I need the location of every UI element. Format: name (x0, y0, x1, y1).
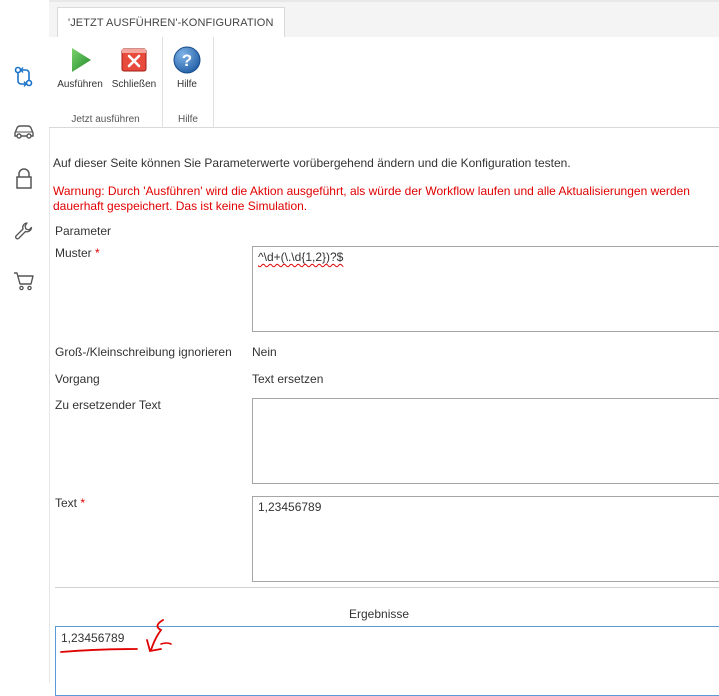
ribbon: Ausführen Schließen Jetzt ausführen ? Hi… (49, 37, 719, 128)
annotation-underline-arrow (60, 619, 172, 653)
pattern-label: Muster * (55, 246, 100, 260)
divider (55, 587, 719, 588)
text-input[interactable]: 1,23456789 (252, 496, 719, 582)
tab-run-now-config[interactable]: 'JETZT AUSFÜHREN'-KONFIGURATION (57, 7, 285, 38)
pattern-value: ^\d+(\.\d{1,2})?$ (258, 250, 344, 264)
text-label-text: Text (55, 496, 78, 510)
pattern-label-text: Muster (55, 246, 92, 260)
results-title: Ergebnisse (349, 607, 410, 621)
wrench-icon[interactable] (13, 220, 35, 242)
text-label: Text * (55, 496, 85, 510)
ribbon-group-run: Ausführen Schließen Jetzt ausführen (49, 37, 163, 127)
section-title-parameter: Parameter (55, 224, 112, 238)
pattern-input[interactable]: ^\d+(\.\d{1,2})?$ (252, 246, 719, 332)
ribbon-group-help: ? Hilfe Hilfe (163, 37, 214, 127)
text-value: 1,23456789 (258, 500, 322, 514)
warning-text: Warnung: Durch 'Ausführen' wird die Akti… (53, 184, 690, 213)
help-icon: ? (173, 46, 201, 74)
svg-text:?: ? (182, 51, 192, 70)
operation-value: Text ersetzen (252, 372, 324, 386)
car-icon[interactable] (13, 120, 35, 142)
play-icon (72, 48, 91, 72)
workflow-icon[interactable] (13, 66, 35, 88)
main-content: Auf dieser Seite können Sie Parameterwer… (49, 128, 719, 696)
required-mark: * (80, 496, 86, 510)
case-label: Groß-/Kleinschreibung ignorieren (55, 345, 232, 359)
lock-icon[interactable] (13, 168, 35, 190)
left-icon-rail (0, 0, 50, 683)
run-button[interactable]: Ausführen (55, 45, 105, 90)
run-button-label: Ausführen (57, 79, 103, 90)
group-label-run: Jetzt ausführen (71, 114, 140, 125)
case-value: Nein (252, 345, 277, 359)
help-button[interactable]: ? Hilfe (172, 45, 202, 90)
close-icon (121, 48, 147, 72)
help-button-label: Hilfe (176, 79, 197, 90)
close-button-label: Schließen (111, 79, 157, 90)
required-mark: * (95, 246, 100, 260)
cart-icon[interactable] (13, 270, 35, 292)
group-label-help: Hilfe (177, 114, 198, 125)
close-button[interactable]: Schließen (107, 45, 161, 90)
tab-bar: 'JETZT AUSFÜHREN'-KONFIGURATION (49, 2, 719, 38)
replace-text-input[interactable] (252, 398, 719, 484)
operation-label: Vorgang (55, 372, 100, 386)
intro-text: Auf dieser Seite können Sie Parameterwer… (53, 156, 571, 170)
replace-text-label: Zu ersetzender Text (55, 398, 161, 412)
